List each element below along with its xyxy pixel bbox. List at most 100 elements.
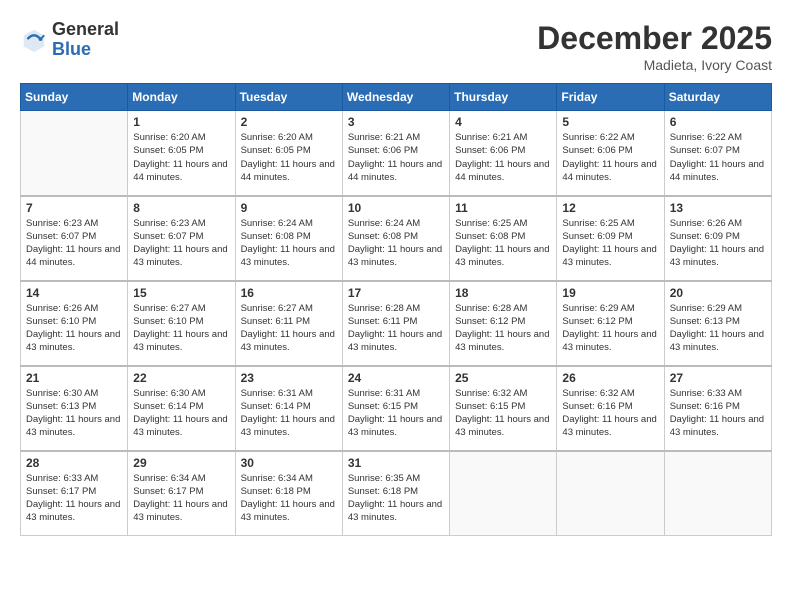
day-number: 18: [455, 286, 551, 300]
day-number: 5: [562, 115, 658, 129]
calendar-cell: 13Sunrise: 6:26 AM Sunset: 6:09 PM Dayli…: [664, 196, 771, 281]
day-header-sunday: Sunday: [21, 84, 128, 111]
calendar-cell: 10 Sunrise: 6:24 AM Sunset: 6:08 PM Dayli…: [342, 196, 449, 281]
day-info: Sunrise: 6:27 AM Sunset: 6:10 PM Dayligh…: [133, 302, 229, 355]
day-number: 28: [26, 456, 122, 470]
day-number: 31: [348, 456, 444, 470]
calendar-cell: 25Sunrise: 6:32 AM Sunset: 6:15 PM Dayli…: [450, 366, 557, 451]
day-info: Sunrise: 6:33 AM Sunset: 6:17 PM Dayligh…: [26, 472, 122, 525]
calendar-cell: [557, 451, 664, 536]
day-number: 19: [562, 286, 658, 300]
calendar-cell: 26 Sunrise: 6:32 AM Sunset: 6:16 PM Dayli…: [557, 366, 664, 451]
day-number: 12: [562, 201, 658, 215]
day-number: 13: [670, 201, 766, 215]
page-header: General Blue December 2025 Madieta, Ivor…: [20, 20, 772, 73]
day-info: Sunrise: 6:29 AM Sunset: 6:12 PM Dayligh…: [562, 302, 658, 355]
day-header-thursday: Thursday: [450, 84, 557, 111]
day-info: Sunrise: 6:23 AM Sunset: 6:07 PM Dayligh…: [133, 217, 229, 270]
day-number: 10: [348, 201, 444, 215]
day-number: 17: [348, 286, 444, 300]
month-title: December 2025: [537, 20, 772, 57]
day-info: Sunrise: 6:27 AM Sunset: 6:11 PM Dayligh…: [241, 302, 337, 355]
day-header-tuesday: Tuesday: [235, 84, 342, 111]
day-number: 6: [670, 115, 766, 129]
calendar-cell: 29 Sunrise: 6:34 AM Sunset: 6:17 PM Dayli…: [128, 451, 235, 536]
day-info: Sunrise: 6:20 AM Sunset: 6:05 PM Dayligh…: [241, 131, 337, 184]
day-info: Sunrise: 6:30 AM Sunset: 6:14 PM Dayligh…: [133, 387, 229, 440]
day-number: 29: [133, 456, 229, 470]
calendar: SundayMondayTuesdayWednesdayThursdayFrid…: [20, 83, 772, 536]
calendar-cell: 6 Sunrise: 6:22 AM Sunset: 6:07 PM Daylig…: [664, 111, 771, 196]
day-number: 14: [26, 286, 122, 300]
day-number: 9: [241, 201, 337, 215]
day-info: Sunrise: 6:32 AM Sunset: 6:16 PM Dayligh…: [562, 387, 658, 440]
logo: General Blue: [20, 20, 119, 60]
day-info: Sunrise: 6:29 AM Sunset: 6:13 PM Dayligh…: [670, 302, 766, 355]
calendar-cell: 7 Sunrise: 6:23 AM Sunset: 6:07 PM Daylig…: [21, 196, 128, 281]
day-info: Sunrise: 6:34 AM Sunset: 6:18 PM Dayligh…: [241, 472, 337, 525]
day-number: 24: [348, 371, 444, 385]
day-info: Sunrise: 6:30 AM Sunset: 6:13 PM Dayligh…: [26, 387, 122, 440]
day-header-wednesday: Wednesday: [342, 84, 449, 111]
day-number: 2: [241, 115, 337, 129]
day-info: Sunrise: 6:33 AM Sunset: 6:16 PM Dayligh…: [670, 387, 766, 440]
calendar-cell: 24Sunrise: 6:31 AM Sunset: 6:15 PM Dayli…: [342, 366, 449, 451]
day-info: Sunrise: 6:31 AM Sunset: 6:14 PM Dayligh…: [241, 387, 337, 440]
day-info: Sunrise: 6:26 AM Sunset: 6:10 PM Dayligh…: [26, 302, 122, 355]
calendar-cell: 18 Sunrise: 6:28 AM Sunset: 6:12 PM Dayli…: [450, 281, 557, 366]
day-number: 3: [348, 115, 444, 129]
title-block: December 2025 Madieta, Ivory Coast: [537, 20, 772, 73]
calendar-cell: 21 Sunrise: 6:30 AM Sunset: 6:13 PM Dayli…: [21, 366, 128, 451]
calendar-cell: 8 Sunrise: 6:23 AM Sunset: 6:07 PM Daylig…: [128, 196, 235, 281]
calendar-cell: 2 Sunrise: 6:20 AM Sunset: 6:05 PM Daylig…: [235, 111, 342, 196]
day-info: Sunrise: 6:25 AM Sunset: 6:09 PM Dayligh…: [562, 217, 658, 270]
calendar-cell: 3 Sunrise: 6:21 AM Sunset: 6:06 PM Daylig…: [342, 111, 449, 196]
calendar-cell: 14 Sunrise: 6:26 AM Sunset: 6:10 PM Dayli…: [21, 281, 128, 366]
logo-text: General Blue: [52, 20, 119, 60]
calendar-cell: 23 Sunrise: 6:31 AM Sunset: 6:14 PM Dayli…: [235, 366, 342, 451]
day-number: 1: [133, 115, 229, 129]
day-info: Sunrise: 6:25 AM Sunset: 6:08 PM Dayligh…: [455, 217, 551, 270]
logo-icon: [20, 26, 48, 54]
calendar-cell: 9Sunrise: 6:24 AM Sunset: 6:08 PM Daylig…: [235, 196, 342, 281]
day-info: Sunrise: 6:23 AM Sunset: 6:07 PM Dayligh…: [26, 217, 122, 270]
day-number: 16: [241, 286, 337, 300]
day-info: Sunrise: 6:21 AM Sunset: 6:06 PM Dayligh…: [348, 131, 444, 184]
day-header-monday: Monday: [128, 84, 235, 111]
calendar-cell: 15Sunrise: 6:27 AM Sunset: 6:10 PM Dayli…: [128, 281, 235, 366]
day-number: 8: [133, 201, 229, 215]
calendar-cell: 22 Sunrise: 6:30 AM Sunset: 6:14 PM Dayli…: [128, 366, 235, 451]
day-info: Sunrise: 6:20 AM Sunset: 6:05 PM Dayligh…: [133, 131, 229, 184]
calendar-cell: 16 Sunrise: 6:27 AM Sunset: 6:11 PM Dayli…: [235, 281, 342, 366]
calendar-cell: 28 Sunrise: 6:33 AM Sunset: 6:17 PM Dayli…: [21, 451, 128, 536]
calendar-cell: 17 Sunrise: 6:28 AM Sunset: 6:11 PM Dayli…: [342, 281, 449, 366]
day-info: Sunrise: 6:28 AM Sunset: 6:12 PM Dayligh…: [455, 302, 551, 355]
day-info: Sunrise: 6:34 AM Sunset: 6:17 PM Dayligh…: [133, 472, 229, 525]
day-info: Sunrise: 6:22 AM Sunset: 6:07 PM Dayligh…: [670, 131, 766, 184]
day-number: 7: [26, 201, 122, 215]
calendar-cell: 31 Sunrise: 6:35 AM Sunset: 6:18 PM Dayli…: [342, 451, 449, 536]
calendar-cell: 30Sunrise: 6:34 AM Sunset: 6:18 PM Dayli…: [235, 451, 342, 536]
calendar-cell: [664, 451, 771, 536]
calendar-cell: 11Sunrise: 6:25 AM Sunset: 6:08 PM Dayli…: [450, 196, 557, 281]
day-number: 22: [133, 371, 229, 385]
calendar-cell: 1 Sunrise: 6:20 AM Sunset: 6:05 PM Daylig…: [128, 111, 235, 196]
day-number: 27: [670, 371, 766, 385]
calendar-cell: [450, 451, 557, 536]
day-info: Sunrise: 6:24 AM Sunset: 6:08 PM Dayligh…: [348, 217, 444, 270]
day-header-friday: Friday: [557, 84, 664, 111]
day-info: Sunrise: 6:28 AM Sunset: 6:11 PM Dayligh…: [348, 302, 444, 355]
calendar-cell: 12 Sunrise: 6:25 AM Sunset: 6:09 PM Dayli…: [557, 196, 664, 281]
day-number: 26: [562, 371, 658, 385]
calendar-cell: 5 Sunrise: 6:22 AM Sunset: 6:06 PM Daylig…: [557, 111, 664, 196]
calendar-cell: [21, 111, 128, 196]
day-info: Sunrise: 6:22 AM Sunset: 6:06 PM Dayligh…: [562, 131, 658, 184]
day-number: 23: [241, 371, 337, 385]
location: Madieta, Ivory Coast: [537, 57, 772, 73]
day-number: 20: [670, 286, 766, 300]
calendar-cell: 20 Sunrise: 6:29 AM Sunset: 6:13 PM Dayli…: [664, 281, 771, 366]
day-info: Sunrise: 6:35 AM Sunset: 6:18 PM Dayligh…: [348, 472, 444, 525]
logo-general: General: [52, 20, 119, 40]
day-number: 21: [26, 371, 122, 385]
calendar-cell: 27 Sunrise: 6:33 AM Sunset: 6:16 PM Dayli…: [664, 366, 771, 451]
